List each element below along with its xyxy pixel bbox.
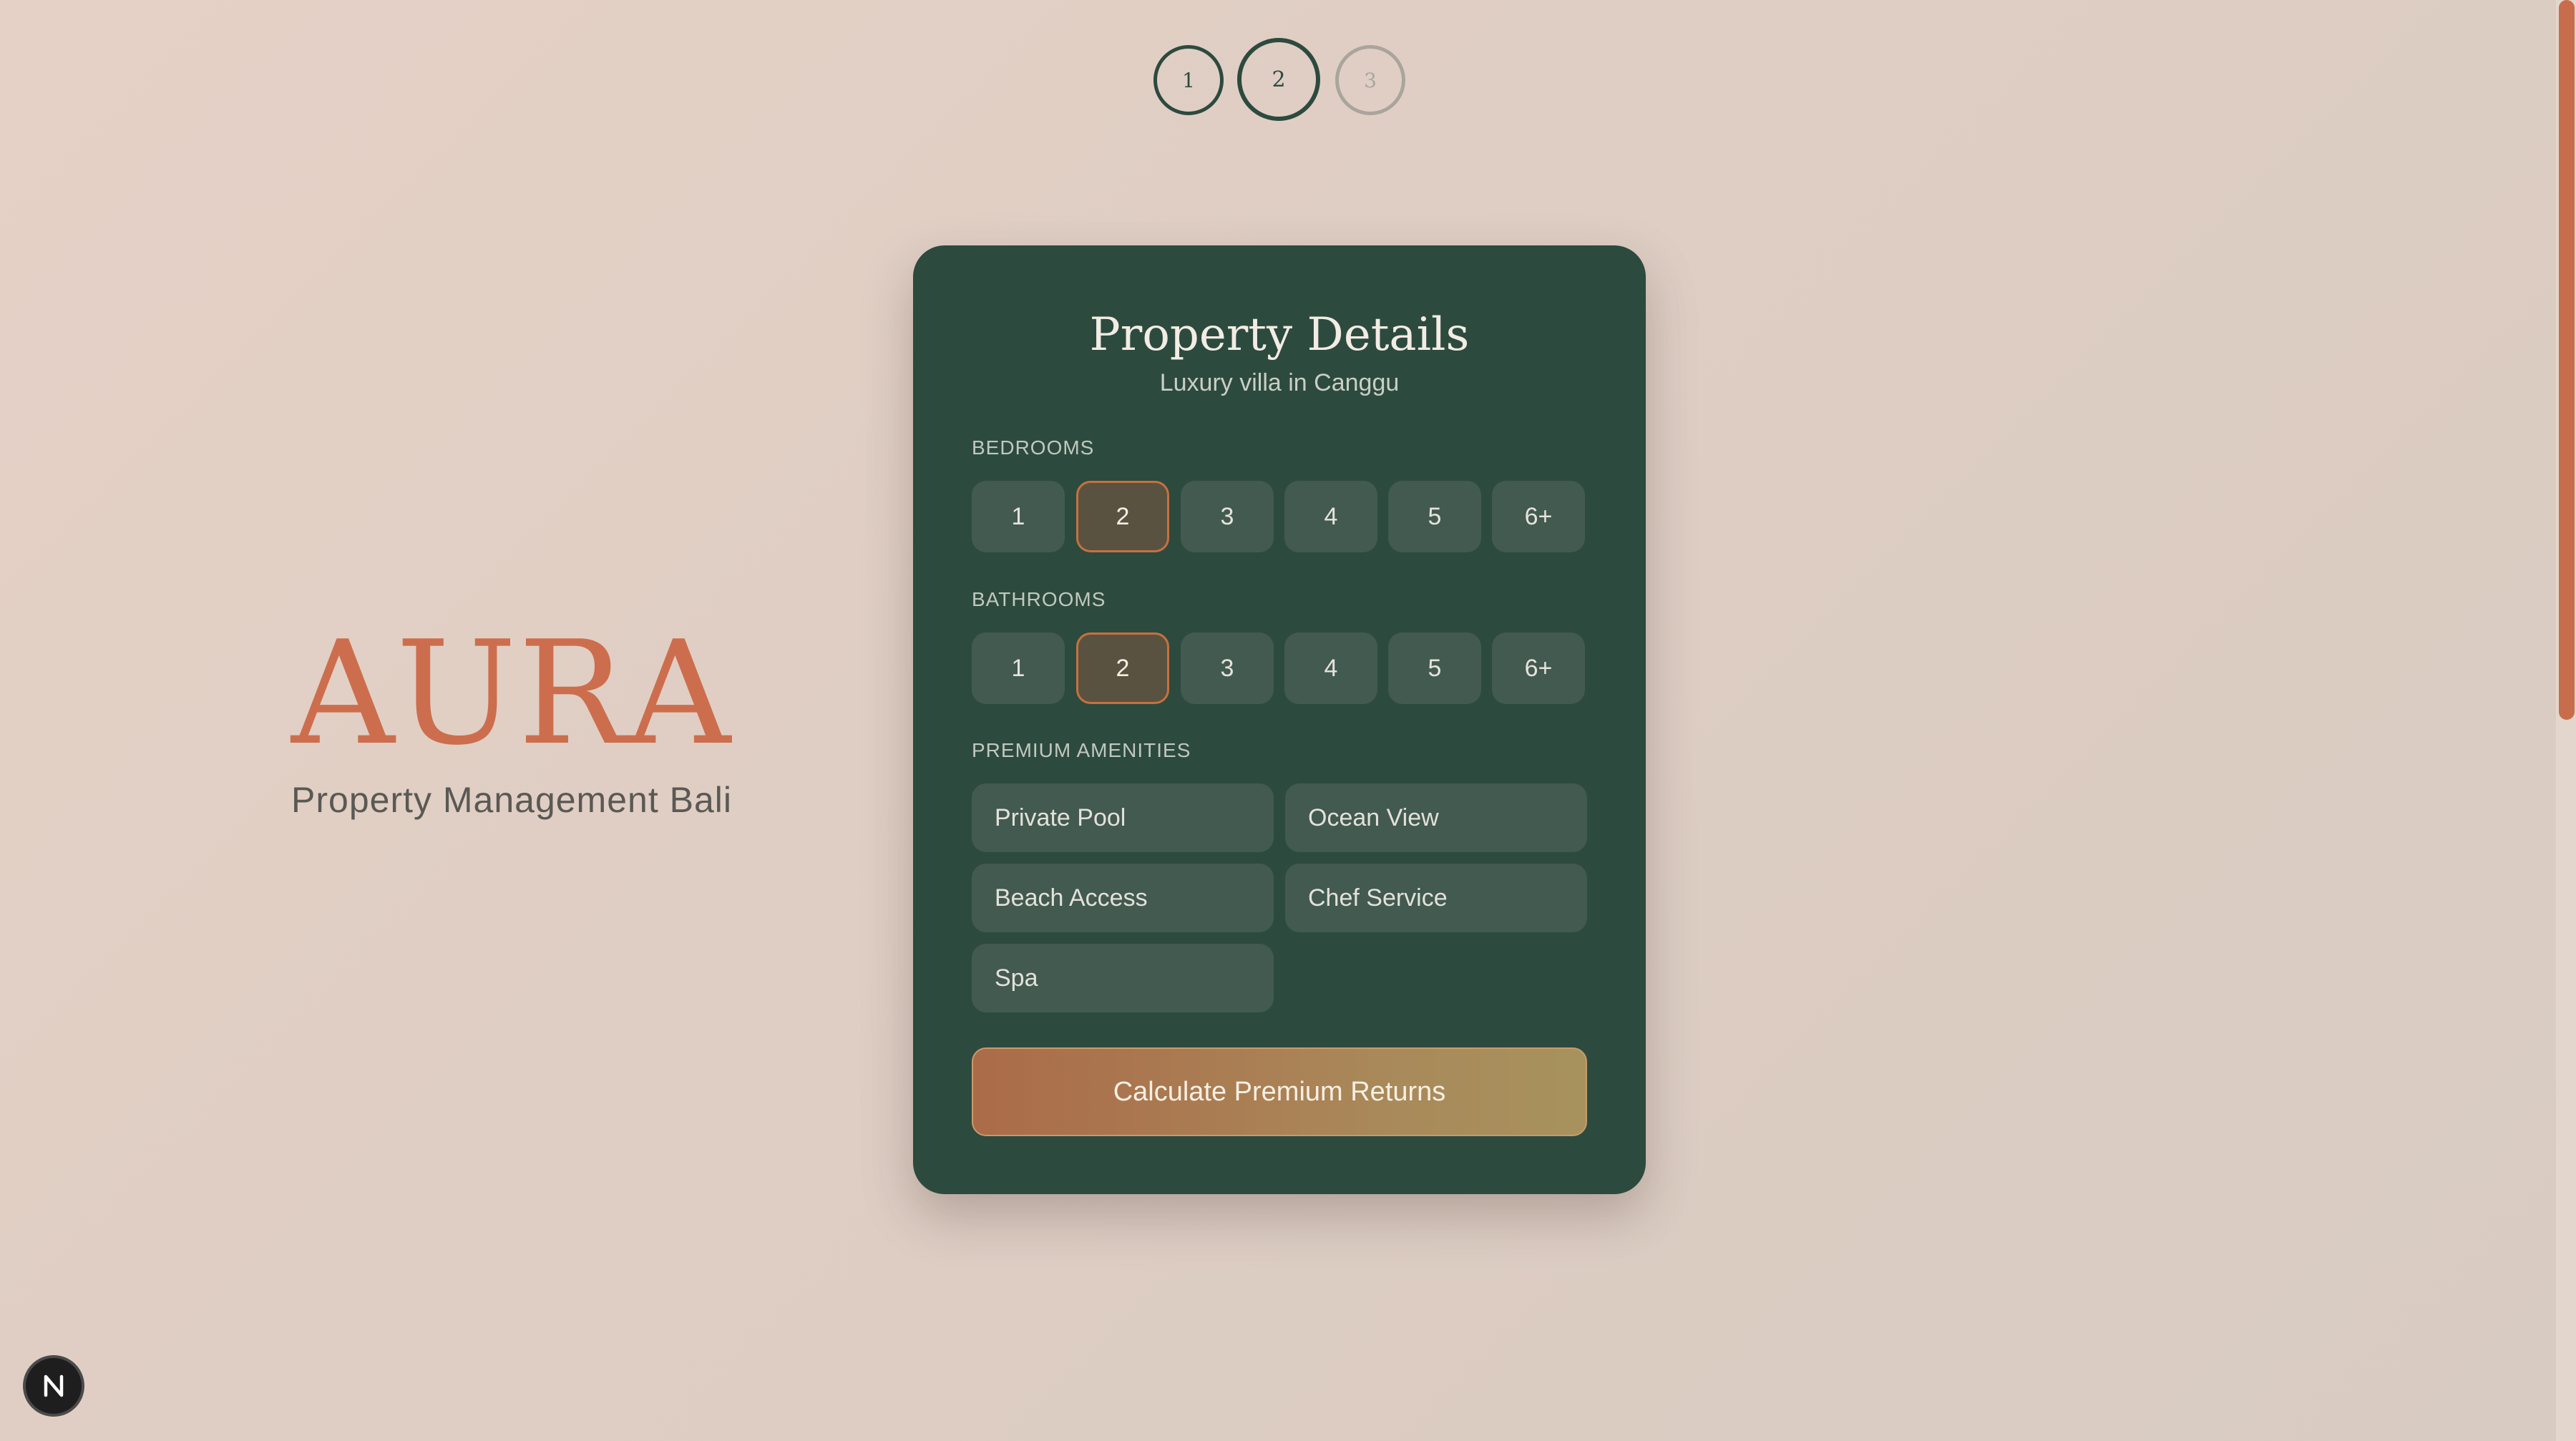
n-logo-icon[interactable] bbox=[26, 1358, 82, 1414]
brand-logo-text: AURA bbox=[291, 610, 732, 777]
calculate-returns-button[interactable]: Calculate Premium Returns bbox=[972, 1047, 1587, 1136]
bathrooms-option-5[interactable]: 5 bbox=[1388, 632, 1481, 704]
card-subtitle: Luxury villa in Canggu bbox=[1159, 369, 1400, 396]
bathrooms-option-1[interactable]: 1 bbox=[972, 632, 1065, 704]
amenity-beach-access[interactable]: Beach Access bbox=[972, 864, 1274, 932]
bedrooms-option-1[interactable]: 1 bbox=[972, 481, 1065, 552]
bedrooms-option-3[interactable]: 3 bbox=[1181, 481, 1274, 552]
amenities-label: PREMIUM AMENITIES bbox=[972, 739, 1191, 761]
n-logo-glyph bbox=[44, 1374, 64, 1397]
bathrooms-label: BATHROOMS bbox=[972, 588, 1106, 610]
bedrooms-option-6-plus[interactable]: 6+ bbox=[1492, 481, 1585, 552]
property-details-card: Property Details Luxury villa in Canggu … bbox=[913, 245, 1646, 1194]
card-title: Property Details bbox=[1089, 308, 1470, 361]
bedrooms-option-2[interactable]: 2 bbox=[1076, 481, 1169, 552]
bedrooms-selector: 1 2 3 4 5 6+ bbox=[972, 481, 1587, 554]
amenity-private-pool[interactable]: Private Pool bbox=[972, 783, 1274, 852]
bathrooms-option-4[interactable]: 4 bbox=[1284, 632, 1377, 704]
scrollbar-thumb[interactable] bbox=[2559, 0, 2575, 720]
bedrooms-option-4[interactable]: 4 bbox=[1284, 481, 1377, 552]
brand-tagline: Property Management Bali bbox=[291, 780, 732, 820]
amenity-chef-service[interactable]: Chef Service bbox=[1285, 864, 1587, 932]
bathrooms-option-2[interactable]: 2 bbox=[1076, 632, 1169, 704]
amenity-spa[interactable]: Spa bbox=[972, 944, 1274, 1012]
step-indicator: 1 2 3 bbox=[0, 0, 2556, 122]
bathrooms-option-6-plus[interactable]: 6+ bbox=[1492, 632, 1585, 704]
step-2-circle[interactable]: 2 bbox=[1237, 38, 1320, 121]
amenity-ocean-view[interactable]: Ocean View bbox=[1285, 783, 1587, 852]
bathrooms-selector: 1 2 3 4 5 6+ bbox=[972, 632, 1587, 705]
bathrooms-option-3[interactable]: 3 bbox=[1181, 632, 1274, 704]
step-3-circle[interactable]: 3 bbox=[1335, 45, 1405, 115]
bedrooms-option-5[interactable]: 5 bbox=[1388, 481, 1481, 552]
step-1-circle[interactable]: 1 bbox=[1153, 45, 1224, 115]
brand-block: AURA Property Management Bali bbox=[265, 622, 758, 821]
bedrooms-label: BEDROOMS bbox=[972, 436, 1095, 459]
